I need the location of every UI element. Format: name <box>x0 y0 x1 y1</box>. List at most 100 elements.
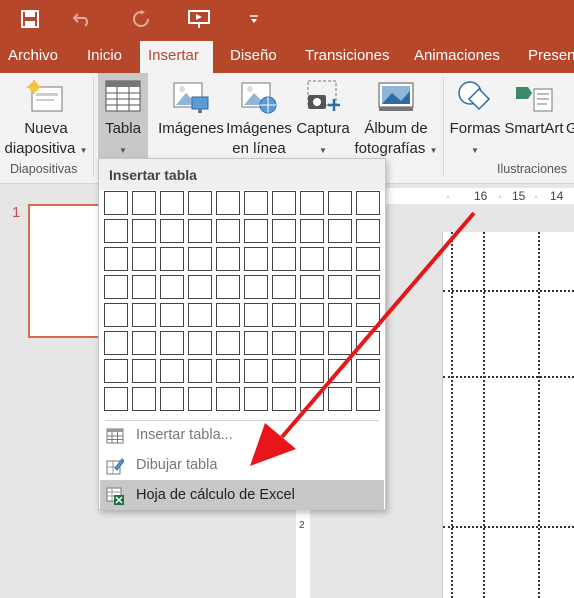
menu-item-insert-table[interactable]: Insertar tabla... <box>100 420 384 450</box>
table-grid-cell[interactable] <box>244 359 268 383</box>
table-grid-cell[interactable] <box>300 219 324 243</box>
table-grid-cell[interactable] <box>356 303 380 327</box>
table-grid-cell[interactable] <box>356 387 380 411</box>
table-grid-cell[interactable] <box>216 275 240 299</box>
chart-button[interactable]: G <box>566 73 574 159</box>
table-grid-cell[interactable] <box>132 387 156 411</box>
table-grid-cell[interactable] <box>160 247 184 271</box>
table-grid-cell[interactable] <box>188 191 212 215</box>
table-grid-cell[interactable] <box>272 303 296 327</box>
tab-animaciones[interactable]: Animaciones <box>410 41 504 73</box>
table-grid-cell[interactable] <box>160 219 184 243</box>
table-grid-cell[interactable] <box>272 387 296 411</box>
redo-icon[interactable] <box>130 6 152 32</box>
customize-quick-access-icon[interactable] <box>246 6 262 32</box>
slide-thumbnail[interactable] <box>28 204 103 338</box>
tab-insertar[interactable]: Insertar <box>140 41 213 73</box>
smartart-button[interactable]: SmartArt <box>502 73 566 159</box>
online-pictures-button[interactable]: Imágenes en línea <box>226 73 292 159</box>
table-grid-cell[interactable] <box>188 303 212 327</box>
save-icon[interactable] <box>18 6 42 32</box>
table-grid-cell[interactable] <box>216 303 240 327</box>
table-grid-cell[interactable] <box>188 219 212 243</box>
table-grid-cell[interactable] <box>132 247 156 271</box>
table-grid-cell[interactable] <box>356 219 380 243</box>
table-grid-cell[interactable] <box>216 219 240 243</box>
new-slide-button[interactable]: Nueva diapositiva ▼ <box>0 73 92 159</box>
table-grid-cell[interactable] <box>272 191 296 215</box>
table-grid-cell[interactable] <box>300 191 324 215</box>
table-grid-cell[interactable] <box>188 275 212 299</box>
pictures-button[interactable]: Imágenes <box>158 73 224 159</box>
photo-album-button[interactable]: Álbum de fotografías ▼ <box>352 73 440 159</box>
table-grid-cell[interactable] <box>328 387 352 411</box>
table-grid-cell[interactable] <box>188 359 212 383</box>
table-button[interactable]: Tabla ▼ <box>98 73 148 159</box>
table-size-grid[interactable] <box>104 191 380 411</box>
table-grid-cell[interactable] <box>272 219 296 243</box>
table-grid-cell[interactable] <box>300 387 324 411</box>
table-grid-cell[interactable] <box>216 331 240 355</box>
table-grid-cell[interactable] <box>132 191 156 215</box>
table-grid-cell[interactable] <box>356 331 380 355</box>
table-grid-cell[interactable] <box>272 331 296 355</box>
undo-icon[interactable] <box>70 6 94 32</box>
table-grid-cell[interactable] <box>300 247 324 271</box>
table-grid-cell[interactable] <box>244 219 268 243</box>
slide-canvas[interactable] <box>442 232 574 598</box>
table-grid-cell[interactable] <box>104 303 128 327</box>
table-grid-cell[interactable] <box>216 191 240 215</box>
table-grid-cell[interactable] <box>356 191 380 215</box>
table-grid-cell[interactable] <box>300 359 324 383</box>
table-grid-cell[interactable] <box>272 247 296 271</box>
table-grid-cell[interactable] <box>300 275 324 299</box>
table-grid-cell[interactable] <box>132 331 156 355</box>
table-grid-cell[interactable] <box>328 247 352 271</box>
tab-transiciones[interactable]: Transiciones <box>301 41 393 73</box>
table-grid-cell[interactable] <box>160 359 184 383</box>
table-grid-cell[interactable] <box>328 219 352 243</box>
table-grid-cell[interactable] <box>160 303 184 327</box>
table-grid-cell[interactable] <box>244 191 268 215</box>
menu-item-excel-spreadsheet[interactable]: Hoja de cálculo de Excel <box>100 480 384 510</box>
tab-archivo[interactable]: Archivo <box>4 41 62 73</box>
tab-inicio[interactable]: Inicio <box>83 41 126 73</box>
table-grid-cell[interactable] <box>104 191 128 215</box>
table-grid-cell[interactable] <box>244 387 268 411</box>
table-grid-cell[interactable] <box>244 331 268 355</box>
table-grid-cell[interactable] <box>216 247 240 271</box>
table-grid-cell[interactable] <box>328 331 352 355</box>
shapes-button[interactable]: Formas ▼ <box>448 73 502 159</box>
table-grid-cell[interactable] <box>272 275 296 299</box>
screenshot-button[interactable]: Captura ▼ <box>294 73 352 159</box>
table-grid-cell[interactable] <box>160 191 184 215</box>
table-grid-cell[interactable] <box>272 359 296 383</box>
table-grid-cell[interactable] <box>356 359 380 383</box>
table-grid-cell[interactable] <box>328 359 352 383</box>
tab-diseno[interactable]: Diseño <box>226 41 281 73</box>
table-grid-cell[interactable] <box>328 275 352 299</box>
menu-item-draw-table[interactable]: Dibujar tabla <box>100 450 384 480</box>
table-grid-cell[interactable] <box>356 247 380 271</box>
table-grid-cell[interactable] <box>160 387 184 411</box>
table-grid-cell[interactable] <box>356 275 380 299</box>
present-from-beginning-icon[interactable] <box>186 6 212 32</box>
table-grid-cell[interactable] <box>188 387 212 411</box>
table-grid-cell[interactable] <box>104 219 128 243</box>
table-grid-cell[interactable] <box>104 331 128 355</box>
table-grid-cell[interactable] <box>328 303 352 327</box>
table-grid-cell[interactable] <box>160 331 184 355</box>
table-grid-cell[interactable] <box>188 331 212 355</box>
table-grid-cell[interactable] <box>104 247 128 271</box>
table-grid-cell[interactable] <box>132 303 156 327</box>
table-grid-cell[interactable] <box>160 275 184 299</box>
table-grid-cell[interactable] <box>244 247 268 271</box>
table-grid-cell[interactable] <box>244 303 268 327</box>
table-grid-cell[interactable] <box>132 275 156 299</box>
table-grid-cell[interactable] <box>104 387 128 411</box>
tab-presentacion[interactable]: Present <box>524 41 574 73</box>
table-grid-cell[interactable] <box>104 359 128 383</box>
table-grid-cell[interactable] <box>216 359 240 383</box>
table-grid-cell[interactable] <box>300 331 324 355</box>
table-grid-cell[interactable] <box>132 359 156 383</box>
